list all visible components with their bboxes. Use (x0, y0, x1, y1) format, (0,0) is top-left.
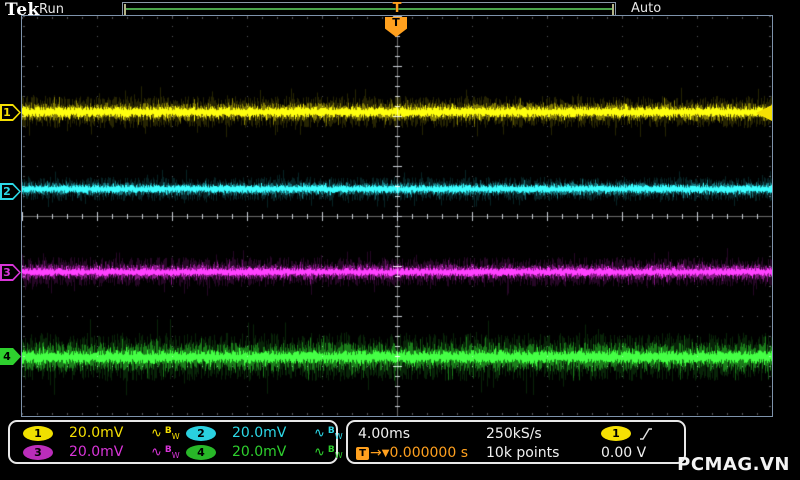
channel3-readout: 3 20.0mV ∿ BW (23, 444, 180, 460)
channel-readouts-box: 1 20.0mV ∿ BW 2 20.0mV ∿ BW 3 20.0mV ∿ BW 4… (8, 420, 338, 464)
channel2-badge[interactable]: 2 (186, 426, 216, 441)
arrow-down-icon: ▼ (382, 448, 390, 459)
ac-coupling-bandwidth-icon: ∿ BW (151, 445, 180, 460)
channel1-scale: 20.0mV (69, 425, 133, 441)
channel3-badge[interactable]: 3 (23, 445, 53, 460)
trigger-t-icon: T (356, 447, 369, 460)
record-end-tick (612, 4, 614, 15)
timebase-scale: 4.00ms (358, 426, 410, 442)
channel3-position-marker[interactable]: 3 (0, 264, 21, 281)
rising-edge-icon (639, 427, 653, 441)
channel4-marker-label: 4 (0, 348, 14, 365)
channel4-position-marker[interactable]: 4 (0, 348, 21, 365)
channel3-scale: 20.0mV (69, 444, 133, 460)
ac-coupling-bandwidth-icon: ∿ BW (314, 426, 343, 441)
channel1-marker-label: 1 (0, 104, 14, 121)
trigger-source-readout: 1 (601, 426, 653, 441)
timebase-trigger-readout-box: 4.00ms 250kS/s 1 T → ▼ 0.000000 s 10k po… (346, 420, 686, 464)
ac-coupling-bandwidth-icon: ∿ BW (151, 426, 180, 441)
trigger-position-indicator: T (390, 1, 404, 16)
trigger-source-badge[interactable]: 1 (601, 426, 631, 441)
channel4-badge[interactable]: 4 (186, 445, 216, 460)
trigger-position-value: 0.000000 s (389, 445, 468, 461)
trigger-position-readout: T → ▼ 0.000000 s (356, 445, 468, 461)
record-start-tick (124, 4, 126, 15)
trigger-level-value: 0.00 V (601, 445, 646, 461)
channel3-marker-label: 3 (0, 264, 14, 281)
channel1-readout: 1 20.0mV ∿ BW (23, 425, 180, 441)
arrow-right-icon: → (370, 445, 382, 461)
graticule (21, 15, 773, 417)
record-length: 10k points (486, 445, 559, 461)
channel1-position-marker[interactable]: 1 (0, 104, 21, 121)
acquisition-window-line (126, 8, 612, 10)
trigger-flag-letter: T (392, 17, 400, 29)
ac-coupling-bandwidth-icon: ∿ BW (314, 445, 343, 460)
oscilloscope-screen: Tek Run T Auto T 1 2 3 4 1 20.0mV ∿ BW 2… (0, 0, 800, 480)
channel1-badge[interactable]: 1 (23, 426, 53, 441)
channel2-readout: 2 20.0mV ∿ BW (186, 425, 343, 441)
sample-rate: 250kS/s (486, 426, 542, 442)
watermark: PCMAG.VN (677, 454, 790, 475)
channel2-marker-label: 2 (0, 183, 14, 200)
channel2-position-marker[interactable]: 2 (0, 183, 21, 200)
channel2-scale: 20.0mV (232, 425, 296, 441)
waveform-canvas (22, 16, 772, 416)
channel4-readout: 4 20.0mV ∿ BW (186, 444, 343, 460)
trigger-status: Auto (631, 1, 661, 16)
channel4-scale: 20.0mV (232, 444, 296, 460)
